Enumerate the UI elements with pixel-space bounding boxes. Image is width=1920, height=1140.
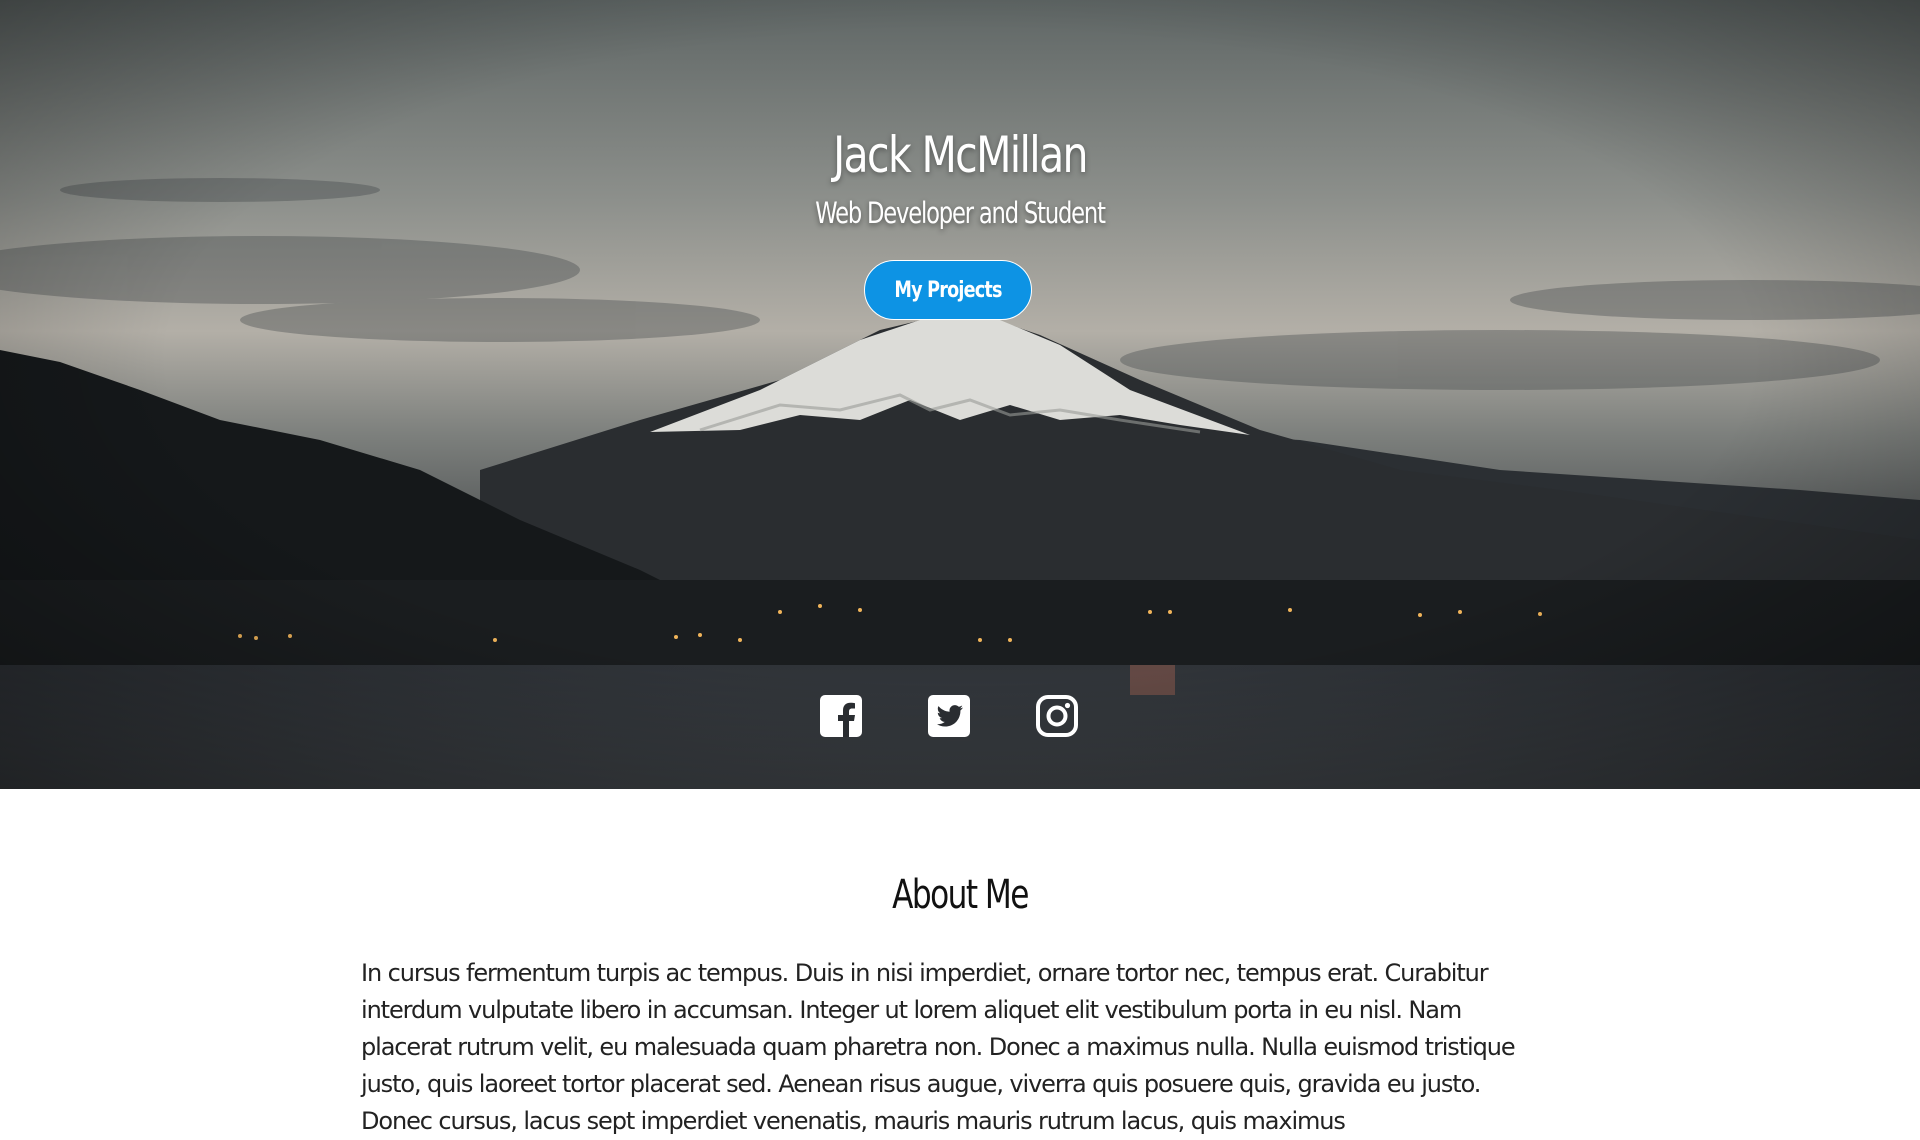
hero-title: Jack McMillan [833,126,1088,184]
instagram-icon [1036,695,1078,737]
twitter-icon [928,695,970,737]
facebook-link[interactable] [819,694,863,738]
my-projects-button[interactable]: My Projects [864,260,1032,320]
twitter-link[interactable] [927,694,971,738]
hero-content: Jack McMillan Web Developer and Student … [0,0,1920,789]
hero-subtitle: Web Developer and Student [815,196,1106,230]
facebook-icon [820,695,862,737]
about-me-text: In cursus fermentum turpis ac tempus. Du… [361,959,1516,1135]
my-projects-button-label: My Projects [894,277,1002,303]
instagram-link[interactable] [1035,694,1079,738]
about-me-heading: About Me [892,872,1029,918]
hero-section: Jack McMillan Web Developer and Student … [0,0,1920,789]
